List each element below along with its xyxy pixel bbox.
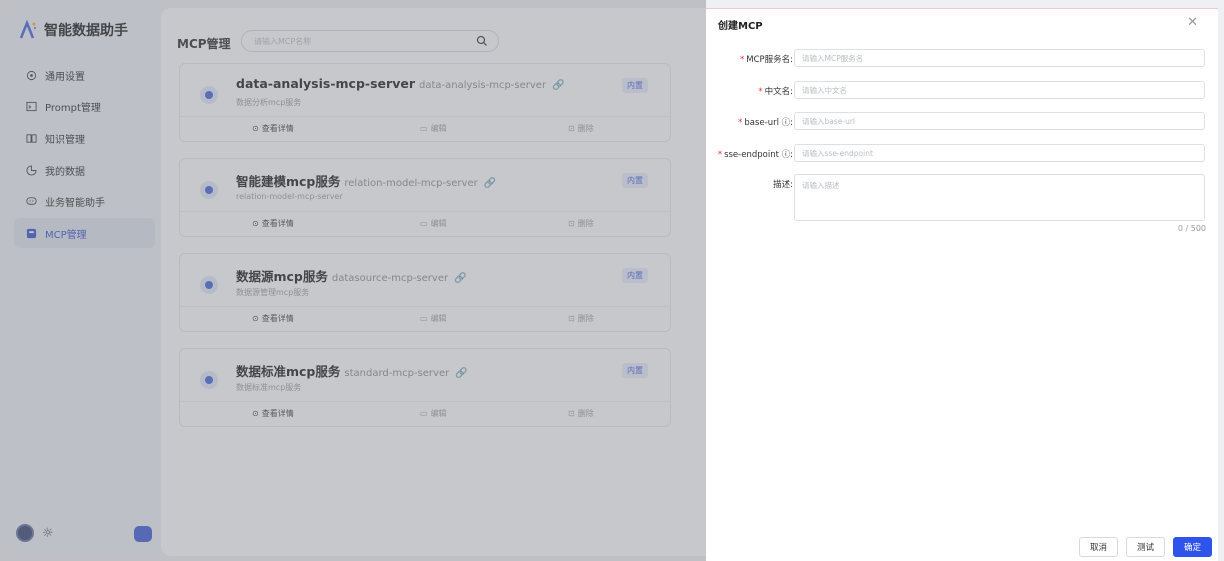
cancel-button[interactable]: 取消: [1078, 537, 1118, 557]
close-icon[interactable]: ✕: [1187, 15, 1198, 30]
base-url-input[interactable]: [794, 112, 1205, 130]
drawer-footer: 取消 测试 确定: [1078, 537, 1212, 557]
form-row-description: 描述:: [706, 174, 1218, 221]
field-label: * 中文名:: [758, 87, 793, 97]
drawer-title: 创建MCP: [718, 21, 763, 32]
description-textarea[interactable]: [794, 174, 1205, 221]
app: 智能数据助手 通用设置 Prompt管理 知识管理 我的数据 业务智能助手 MC…: [0, 0, 1224, 561]
test-button[interactable]: 测试: [1125, 537, 1165, 557]
field-label: * sse-endpoint ⓘ:: [717, 150, 793, 160]
form-row-base-url: * base-url ⓘ:: [706, 112, 1218, 130]
mcp-name-input[interactable]: [794, 49, 1205, 67]
create-mcp-drawer: 创建MCP ✕ *MCP服务名: *中文名: *base-url ⓘ: *sse…: [706, 8, 1218, 561]
form-row-sse-endpoint: * sse-endpoint ⓘ:: [706, 144, 1218, 162]
field-label: * MCP服务名:: [739, 55, 793, 65]
field-label: * base-url ⓘ:: [738, 118, 793, 128]
form-row-name: * MCP服务名:: [706, 49, 1218, 67]
char-counter: 0 / 500: [1177, 224, 1206, 233]
form-row-cn-name: * 中文名:: [706, 81, 1218, 99]
modal-mask[interactable]: [0, 0, 706, 561]
field-label: 描述:: [773, 180, 793, 190]
cn-name-input[interactable]: [794, 81, 1205, 99]
sse-endpoint-input[interactable]: [794, 144, 1205, 162]
confirm-button[interactable]: 确定: [1172, 537, 1212, 557]
